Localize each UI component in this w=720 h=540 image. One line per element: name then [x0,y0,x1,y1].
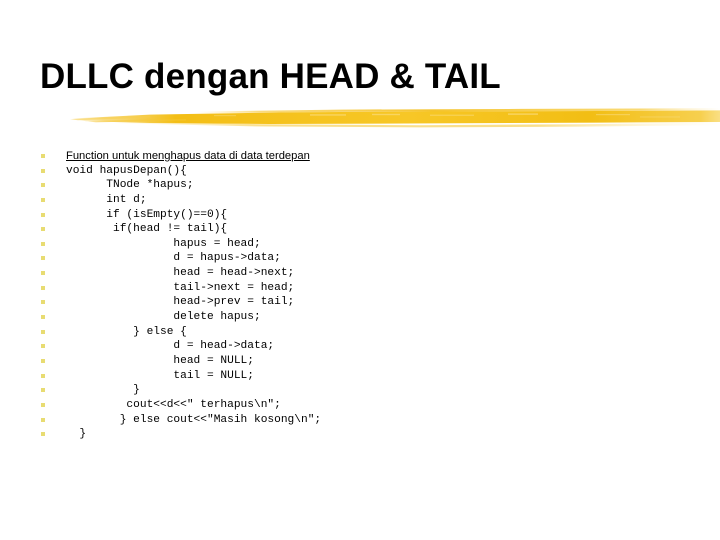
code-line-text: int d; [66,193,147,206]
list-item: TNode *hapus; [0,178,720,193]
list-item: head = NULL; [0,354,720,369]
code-line-text: if(head != tail){ [66,223,228,236]
code-line-text: } else { [66,325,187,338]
list-item: int d; [0,193,720,208]
title-block: DLLC dengan HEAD & TAIL [0,56,720,134]
bullet-square-icon [41,373,45,378]
bullet-square-icon [41,227,45,232]
bullet-square-icon [41,271,45,276]
bullet-square-icon [41,388,45,393]
bullet-square-icon [41,197,45,202]
list-item: d = hapus->data; [0,251,720,266]
list-item: tail->next = head; [0,281,720,296]
list-item: Function untuk menghapus data di data te… [0,149,720,164]
code-line-text: head = head->next; [66,267,295,280]
code-line-text: } [66,428,87,441]
code-line-text: tail->next = head; [66,281,295,294]
list-item: head = head->next; [0,266,720,281]
code-bullet-list: Function untuk menghapus data di data te… [0,149,720,442]
bullet-square-icon [41,256,45,261]
bullet-square-icon [41,212,45,217]
bullet-square-icon [41,300,45,305]
bullet-square-icon [41,183,45,188]
page-title: DLLC dengan HEAD & TAIL [40,57,501,96]
code-line-text: void hapusDepan(){ [66,164,187,177]
code-line-text: } [66,384,140,397]
list-item: d = head->data; [0,339,720,354]
list-item: void hapusDepan(){ [0,164,720,179]
code-line-text: TNode *hapus; [66,179,194,192]
list-item: head->prev = tail; [0,295,720,310]
bullet-square-icon [41,358,45,363]
code-line-text: cout<<d<<" terhapus\n"; [66,398,281,411]
bullet-square-icon [41,154,45,158]
bullet-square-icon [41,402,45,407]
bullet-square-icon [41,315,45,320]
code-line-text: tail = NULL; [66,369,254,382]
bullet-square-icon [41,432,45,437]
code-line-text: d = hapus->data; [66,252,281,265]
slide-canvas: DLLC dengan HEAD & TAIL Function untuk m… [0,0,720,540]
list-item: } else { [0,325,720,340]
bullet-square-icon [41,241,45,246]
list-item: } else cout<<"Masih kosong\n"; [0,413,720,428]
list-item: hapus = head; [0,237,720,252]
section-heading-text: Function untuk menghapus data di data te… [66,150,310,162]
bullet-square-icon [41,329,45,334]
code-line-text: delete hapus; [66,311,261,324]
bullet-square-icon [41,285,45,290]
list-item: tail = NULL; [0,369,720,384]
bullet-square-icon [41,417,45,422]
code-line-text: } else cout<<"Masih kosong\n"; [66,413,322,426]
list-item: } [0,427,720,442]
brush-stroke-underline-icon [0,102,720,134]
list-item: delete hapus; [0,310,720,325]
list-item: cout<<d<<" terhapus\n"; [0,398,720,413]
code-line-text: hapus = head; [66,237,261,250]
bullet-square-icon [41,344,45,349]
list-item: if (isEmpty()==0){ [0,208,720,223]
code-line-text: d = head->data; [66,340,275,353]
code-line-text: head->prev = tail; [66,296,295,309]
code-line-text: head = NULL; [66,354,254,367]
code-line-text: if (isEmpty()==0){ [66,208,228,221]
bullet-square-icon [41,168,45,173]
list-item: } [0,383,720,398]
list-item: if(head != tail){ [0,222,720,237]
